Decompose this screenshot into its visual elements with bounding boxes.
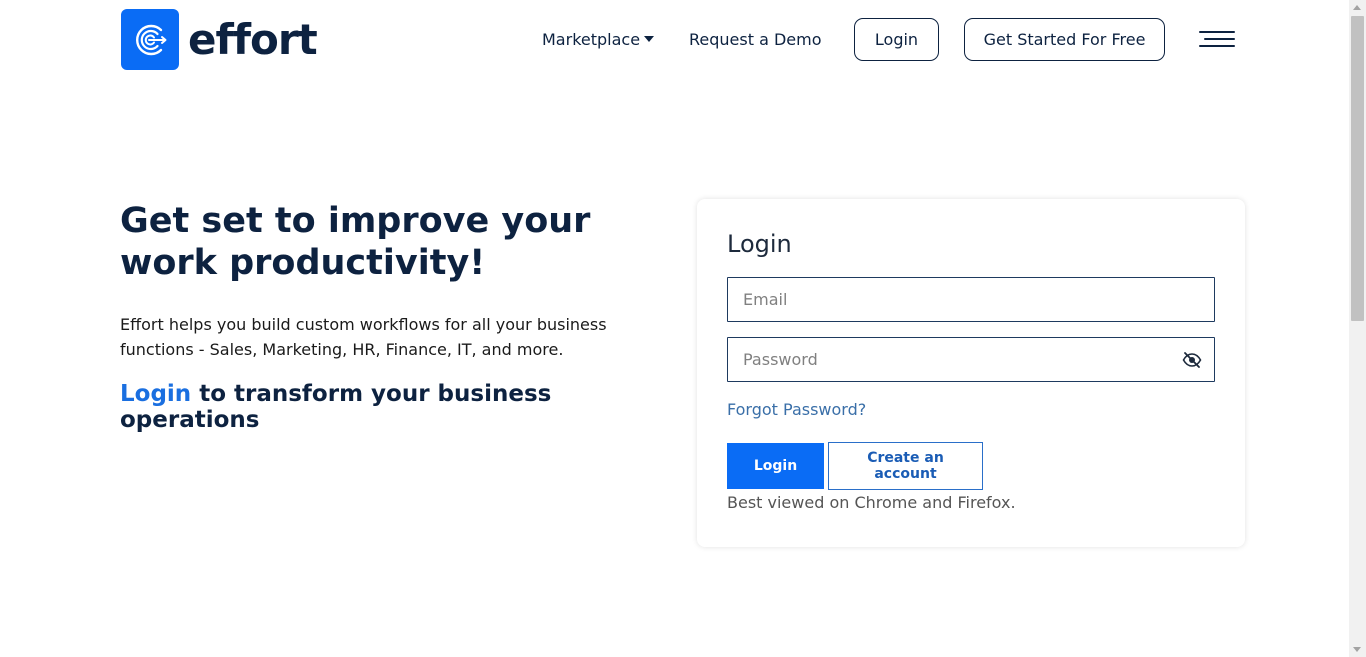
eye-slash-icon[interactable] [1182,352,1202,368]
nav-marketplace[interactable]: Marketplace [542,30,655,50]
nav-marketplace-label: Marketplace [542,30,641,49]
hero-description: Effort helps you build custom workflows … [120,315,607,359]
hamburger-menu-icon[interactable] [1199,30,1235,50]
hero-headline: Get set to improve your work productivit… [120,201,591,283]
caret-down-icon [644,36,655,42]
get-started-button[interactable]: Get Started For Free [964,18,1165,61]
login-card: Login Forgot Password? Login Create an a… [697,199,1245,547]
nav-request-demo[interactable]: Request a Demo [689,30,822,50]
page: effort Marketplace Request a Demo Login … [0,0,1349,657]
login-button[interactable]: Login [727,443,824,489]
create-account-button[interactable]: Create an account [828,442,983,490]
logo-text: effort [188,14,318,64]
header-login-button[interactable]: Login [854,18,939,61]
scroll-up-arrow-icon[interactable] [1353,5,1361,10]
email-input[interactable] [727,277,1215,322]
hero-subhead: Login to transform your business operati… [120,381,640,433]
subhead-login-link[interactable]: Login [120,381,191,407]
scroll-down-arrow-icon[interactable] [1353,647,1361,652]
password-input[interactable] [727,337,1215,382]
forgot-password-link[interactable]: Forgot Password? [727,399,866,421]
logo[interactable]: effort [121,9,318,70]
scrollbar-thumb[interactable] [1351,16,1364,321]
effort-logo-icon [121,9,179,70]
login-card-title: Login [727,230,792,258]
browser-note: Best viewed on Chrome and Firefox. [727,493,1016,512]
